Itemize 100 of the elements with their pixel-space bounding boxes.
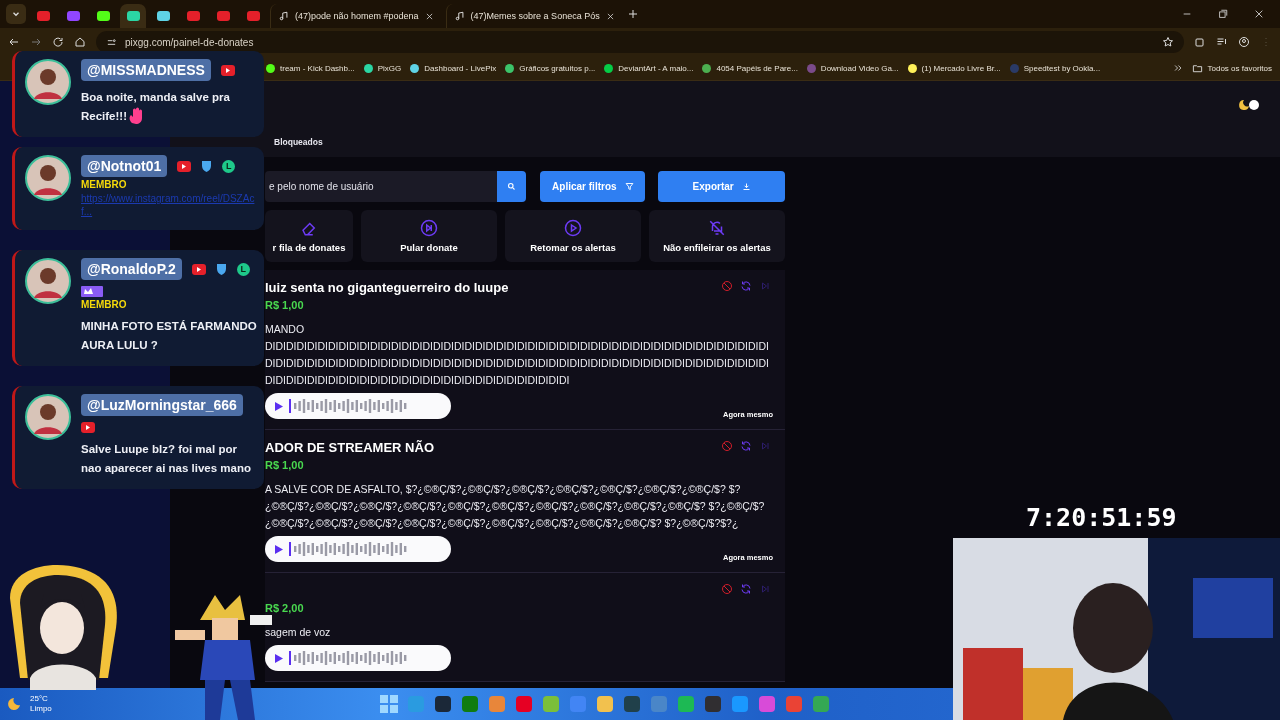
- refresh-icon[interactable]: [740, 583, 752, 595]
- donation-amount: R$ 1,00: [265, 459, 305, 471]
- action-button[interactable]: Pular donate: [361, 210, 497, 262]
- donation-message: sagem de voz: [265, 625, 332, 640]
- tab-title: (47)Memes sobre a Soneca Pós: [470, 11, 600, 21]
- timer: 7:20:51:59: [1026, 503, 1177, 532]
- audio-player[interactable]: [265, 645, 451, 671]
- donation-message: MANDO DIDIDIDIDIDIDIDIDIDIDIDIDIDIDIDIDIDIDIDIDIDIDIDIDIDIDIDIDIDIDIDIDIDIDIDIDIDIDIDIDIDIDIDIDIDIDIDIDIDIDIDIDIDIDIDIDIDIDIDIDIDIDIDIDIDIDIDIDIDIDIDIDIDIDIDIDIDIDIDIDIDIDIDIDIDIDIDIDIDIDIDIDIDIDIDIDIDIDIDIDIDIDIDIDIDIDIDIDIDIDIDIDIDIDIDIDIDIDIDIDIDIDIDIDI: [265, 322, 770, 388]
- bookmark[interactable]: Download Video Ga...: [806, 63, 899, 73]
- filter-button[interactable]: Aplicar filtros: [540, 171, 646, 202]
- bookmark[interactable]: (1) Mercado Livre Br...: [907, 63, 1001, 73]
- play-badge-icon: [177, 160, 192, 172]
- search-field[interactable]: e pelo nome de usuário: [265, 171, 497, 202]
- action-button[interactable]: r fila de donates: [265, 210, 353, 262]
- all-bookmarks[interactable]: Todos os favoritos: [1191, 62, 1272, 74]
- audio-player[interactable]: [265, 536, 451, 562]
- play-icon[interactable]: [275, 544, 283, 554]
- address-bar[interactable]: pixgg.com/painel-de-donates: [96, 31, 1184, 53]
- reload-icon[interactable]: [52, 36, 64, 48]
- donation-amount: R$ 1,00: [265, 299, 305, 311]
- app-icon[interactable]: [703, 695, 722, 713]
- member-label: MEMBRO: [81, 299, 128, 310]
- crown-icon: [81, 286, 103, 297]
- app-icon[interactable]: [595, 695, 614, 713]
- bookmark[interactable]: Dashboard - LivePix: [410, 63, 497, 73]
- download-icon: [741, 182, 751, 191]
- forward-icon[interactable]: [30, 36, 42, 48]
- bookmark[interactable]: Speedtest by Ookla...: [1009, 63, 1101, 73]
- bookmark[interactable]: tream - Kick Dashb...: [266, 63, 355, 73]
- theme-toggle-icon[interactable]: [1238, 99, 1260, 111]
- username: @MISSMADNESS: [81, 59, 211, 81]
- app-icon[interactable]: [433, 695, 452, 713]
- search-button[interactable]: [496, 171, 527, 202]
- donation-amount: R$ 2,00: [265, 602, 305, 614]
- tab[interactable]: Bloqueados: [274, 137, 323, 147]
- action-button[interactable]: Não enfileirar os alertas: [649, 210, 785, 262]
- weather-text: Limpo: [30, 704, 52, 714]
- profile-icon[interactable]: [1238, 36, 1250, 48]
- play-icon: [564, 219, 582, 237]
- audio-player[interactable]: [265, 393, 451, 419]
- temperature: 25°C: [30, 694, 49, 704]
- chevrons-icon[interactable]: [1172, 63, 1183, 73]
- level-badge: L: [236, 262, 250, 276]
- export-button[interactable]: Exportar: [658, 171, 785, 202]
- home-icon[interactable]: [74, 36, 86, 48]
- url-text: pixgg.com/painel-de-donates: [125, 36, 254, 48]
- new-tab-icon[interactable]: [626, 8, 639, 20]
- level-badge: L: [222, 159, 236, 173]
- shield-icon: [215, 263, 227, 275]
- folder-icon: [1191, 62, 1203, 74]
- tab-list-button[interactable]: [6, 4, 26, 24]
- ban-icon[interactable]: [721, 583, 733, 595]
- refresh-icon[interactable]: [740, 440, 752, 452]
- bookmark[interactable]: DeviantArt - A maio...: [604, 63, 694, 73]
- donation-title: luiz senta no giganteguerreiro do luupe: [265, 280, 509, 295]
- moon-icon: [6, 697, 20, 711]
- restore-icon[interactable]: [1218, 9, 1228, 19]
- username: @Notnot01: [81, 155, 168, 177]
- filter-icon: [624, 182, 634, 191]
- star-icon[interactable]: [1162, 36, 1174, 48]
- avatar: [25, 155, 71, 201]
- donation-title: ADOR DE STREAMER NÃO: [265, 440, 434, 455]
- bookmark[interactable]: 4054 Papéis de Pare...: [702, 63, 798, 73]
- close-icon[interactable]: [1254, 9, 1264, 19]
- play-icon[interactable]: [275, 653, 283, 663]
- pinned-tab[interactable]: [120, 4, 146, 28]
- ban-icon[interactable]: [721, 440, 733, 452]
- media-icon[interactable]: [1216, 36, 1228, 48]
- bookmark[interactable]: Gráficos gratuitos p...: [505, 63, 596, 73]
- play-badge-icon: [81, 422, 95, 433]
- close-icon[interactable]: [424, 11, 434, 21]
- windows-icon[interactable]: [379, 695, 398, 713]
- avatar: [25, 258, 71, 304]
- chat-message: Salve Luupe blz? foi mal por nao aparecer ai nas lives mano: [81, 443, 252, 474]
- back-icon[interactable]: [8, 36, 20, 48]
- username: @RonaldoP.2: [81, 258, 182, 280]
- skip-icon: [420, 219, 438, 237]
- action-button[interactable]: Retomar os alertas: [505, 210, 641, 262]
- play-badge-icon: [191, 263, 206, 275]
- music-note-icon: [454, 11, 465, 21]
- play-icon[interactable]: [275, 401, 283, 411]
- ban-icon[interactable]: [721, 280, 733, 292]
- play-badge-icon: [220, 64, 235, 76]
- tab-title: (47)pode não homem #podena: [295, 11, 419, 21]
- avatar: [25, 394, 71, 440]
- member-label: MEMBRO: [81, 179, 128, 190]
- site-info-icon: [106, 36, 117, 48]
- donation-message: A SALVE COR DE ASFALTO, $?¿©®Ç/$?¿©®Ç/$?¿©®Ç/$?¿©®Ç/$?¿©®Ç/$?¿©®Ç/$?¿©®Ç/$? $?¿©®Ç/$?¿©®Ç/$?¿©®Ç/$?¿©®Ç/$?¿©®Ç/$?¿©®Ç/$?¿©®Ç/$?¿©®Ç/$?¿©®Ç/$?¿©®Ç/$? $?¿©®Ç/$?¿©®Ç/$?¿©®Ç/$?¿©®Ç/$?¿©®Ç/$?¿©®Ç/$?¿©®Ç/$?¿©®Ç/$?¿©®Ç/$?¿©®Ç/$? $?¿©®Ç/$?$?¿: [265, 482, 766, 531]
- music-note-icon: [279, 11, 289, 21]
- bell-off-icon: [708, 219, 726, 237]
- chat-message: MINHA FOTO ESTÁ FARMANDO AURA LULU ?: [81, 320, 257, 351]
- refresh-icon[interactable]: [740, 280, 752, 292]
- username: @LuzMorningstar_666: [81, 394, 243, 416]
- bookmark[interactable]: PixGG: [363, 63, 402, 73]
- shield-icon: [201, 160, 213, 172]
- avatar: [25, 59, 71, 105]
- close-icon[interactable]: [605, 11, 615, 21]
- chat-message: Boa noite, manda salve pra Recife!!!: [81, 91, 230, 122]
- search-icon: [506, 182, 516, 191]
- app-icon[interactable]: [622, 695, 641, 713]
